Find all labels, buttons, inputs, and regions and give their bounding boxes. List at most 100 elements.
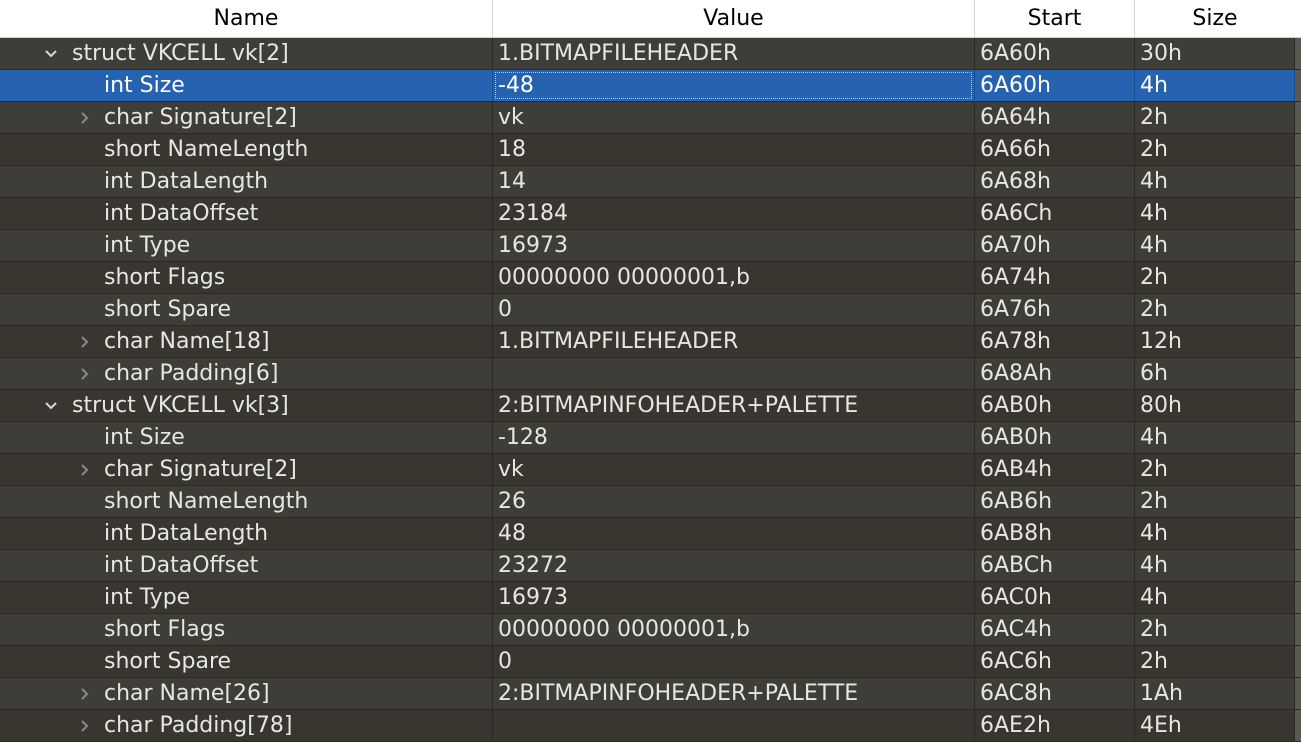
value-cell[interactable]: -48 xyxy=(493,70,975,101)
table-row[interactable]: short Flags 00000000 00000001,b 6A74h 2h xyxy=(0,262,1301,294)
size-cell[interactable]: 4h xyxy=(1135,550,1295,581)
table-row[interactable]: short NameLength 26 6AB6h 2h xyxy=(0,486,1301,518)
name-cell[interactable]: short Flags xyxy=(0,262,493,293)
start-cell[interactable]: 6AB4h xyxy=(975,454,1135,485)
value-cell[interactable]: 1.BITMAPFILEHEADER xyxy=(493,326,975,357)
chevron-right-icon[interactable] xyxy=(76,678,94,709)
scrollbar-edge[interactable] xyxy=(1295,390,1301,421)
start-cell[interactable]: 6AB0h xyxy=(975,422,1135,453)
size-cell[interactable]: 2h xyxy=(1135,294,1295,325)
size-cell[interactable]: 2h xyxy=(1135,262,1295,293)
column-header-start[interactable]: Start xyxy=(975,0,1135,37)
scrollbar-edge[interactable] xyxy=(1295,710,1301,741)
table-row[interactable]: short Spare 0 6A76h 2h xyxy=(0,294,1301,326)
size-cell[interactable]: 2h xyxy=(1135,614,1295,645)
name-cell[interactable]: char Name[18] xyxy=(0,326,493,357)
table-row[interactable]: int Type 16973 6AC0h 4h xyxy=(0,582,1301,614)
scrollbar-edge[interactable] xyxy=(1295,166,1301,197)
value-cell[interactable]: vk xyxy=(493,454,975,485)
table-row[interactable]: short Spare 0 6AC6h 2h xyxy=(0,646,1301,678)
value-cell[interactable]: 1.BITMAPFILEHEADER xyxy=(493,38,975,69)
scrollbar-edge[interactable] xyxy=(1295,198,1301,229)
name-cell[interactable]: short NameLength xyxy=(0,486,493,517)
table-row[interactable]: char Name[18] 1.BITMAPFILEHEADER 6A78h 12h xyxy=(0,326,1301,358)
start-cell[interactable]: 6A78h xyxy=(975,326,1135,357)
table-row[interactable]: int Size -128 6AB0h 4h xyxy=(0,422,1301,454)
size-cell[interactable]: 80h xyxy=(1135,390,1295,421)
scrollbar-edge[interactable] xyxy=(1295,454,1301,485)
value-cell[interactable] xyxy=(493,358,975,389)
name-cell[interactable]: int Size xyxy=(0,70,493,101)
scrollbar-edge[interactable] xyxy=(1295,294,1301,325)
size-cell[interactable]: 1Ah xyxy=(1135,678,1295,709)
value-cell[interactable]: 14 xyxy=(493,166,975,197)
scrollbar-edge[interactable] xyxy=(1295,38,1301,69)
scrollbar-edge[interactable] xyxy=(1295,422,1301,453)
name-cell[interactable]: int DataLength xyxy=(0,166,493,197)
chevron-right-icon[interactable] xyxy=(76,454,94,485)
start-cell[interactable]: 6A6Ch xyxy=(975,198,1135,229)
name-cell[interactable]: struct VKCELL vk[2] xyxy=(0,38,493,69)
scrollbar-edge[interactable] xyxy=(1295,102,1301,133)
name-cell[interactable]: short Flags xyxy=(0,614,493,645)
table-row[interactable]: int Size -48 6A60h 4h xyxy=(0,70,1301,102)
size-cell[interactable]: 4h xyxy=(1135,518,1295,549)
value-cell[interactable]: 2:BITMAPINFOHEADER+PALETTE xyxy=(493,678,975,709)
table-row[interactable]: char Signature[2] vk 6AB4h 2h xyxy=(0,454,1301,486)
name-cell[interactable]: int DataLength xyxy=(0,518,493,549)
size-cell[interactable]: 30h xyxy=(1135,38,1295,69)
value-cell[interactable]: 00000000 00000001,b xyxy=(493,614,975,645)
table-row[interactable]: char Padding[6] 6A8Ah 6h xyxy=(0,358,1301,390)
chevron-down-icon[interactable] xyxy=(42,38,60,69)
name-cell[interactable]: int Size xyxy=(0,422,493,453)
column-header-value[interactable]: Value xyxy=(493,0,975,37)
value-cell[interactable]: 23184 xyxy=(493,198,975,229)
table-row[interactable]: short NameLength 18 6A66h 2h xyxy=(0,134,1301,166)
size-cell[interactable]: 12h xyxy=(1135,326,1295,357)
start-cell[interactable]: 6ABCh xyxy=(975,550,1135,581)
name-cell[interactable]: int DataOffset xyxy=(0,198,493,229)
start-cell[interactable]: 6A60h xyxy=(975,70,1135,101)
name-cell[interactable]: int DataOffset xyxy=(0,550,493,581)
chevron-right-icon[interactable] xyxy=(76,358,94,389)
scrollbar-edge[interactable] xyxy=(1295,614,1301,645)
size-cell[interactable]: 4h xyxy=(1135,422,1295,453)
scrollbar-edge[interactable] xyxy=(1295,262,1301,293)
size-cell[interactable]: 4h xyxy=(1135,70,1295,101)
start-cell[interactable]: 6A70h xyxy=(975,230,1135,261)
size-cell[interactable]: 4h xyxy=(1135,166,1295,197)
scrollbar-edge[interactable] xyxy=(1295,358,1301,389)
value-cell[interactable]: 00000000 00000001,b xyxy=(493,262,975,293)
value-cell[interactable]: 16973 xyxy=(493,230,975,261)
start-cell[interactable]: 6AE2h xyxy=(975,710,1135,741)
chevron-right-icon[interactable] xyxy=(76,326,94,357)
name-cell[interactable]: char Signature[2] xyxy=(0,102,493,133)
table-row[interactable]: struct VKCELL vk[3] 2:BITMAPINFOHEADER+PA… xyxy=(0,390,1301,422)
start-cell[interactable]: 6A8Ah xyxy=(975,358,1135,389)
start-cell[interactable]: 6AB0h xyxy=(975,390,1135,421)
scrollbar-edge[interactable] xyxy=(1295,550,1301,581)
start-cell[interactable]: 6AB8h xyxy=(975,518,1135,549)
value-cell[interactable]: 26 xyxy=(493,486,975,517)
scrollbar-edge[interactable] xyxy=(1295,70,1301,101)
table-row[interactable]: int DataLength 14 6A68h 4h xyxy=(0,166,1301,198)
start-cell[interactable]: 6A60h xyxy=(975,38,1135,69)
name-cell[interactable]: short NameLength xyxy=(0,134,493,165)
start-cell[interactable]: 6AC8h xyxy=(975,678,1135,709)
value-cell[interactable]: 0 xyxy=(493,646,975,677)
table-row[interactable]: int DataOffset 23272 6ABCh 4h xyxy=(0,550,1301,582)
start-cell[interactable]: 6A66h xyxy=(975,134,1135,165)
start-cell[interactable]: 6AC4h xyxy=(975,614,1135,645)
scrollbar-edge[interactable] xyxy=(1295,646,1301,677)
scrollbar-edge[interactable] xyxy=(1295,326,1301,357)
scrollbar-edge[interactable] xyxy=(1295,582,1301,613)
chevron-down-icon[interactable] xyxy=(42,390,60,421)
size-cell[interactable]: 2h xyxy=(1135,134,1295,165)
scrollbar-edge[interactable] xyxy=(1295,486,1301,517)
scrollbar-edge[interactable] xyxy=(1295,230,1301,261)
name-cell[interactable]: char Name[26] xyxy=(0,678,493,709)
chevron-right-icon[interactable] xyxy=(76,710,94,741)
start-cell[interactable]: 6AB6h xyxy=(975,486,1135,517)
size-cell[interactable]: 4h xyxy=(1135,582,1295,613)
value-cell[interactable]: 23272 xyxy=(493,550,975,581)
